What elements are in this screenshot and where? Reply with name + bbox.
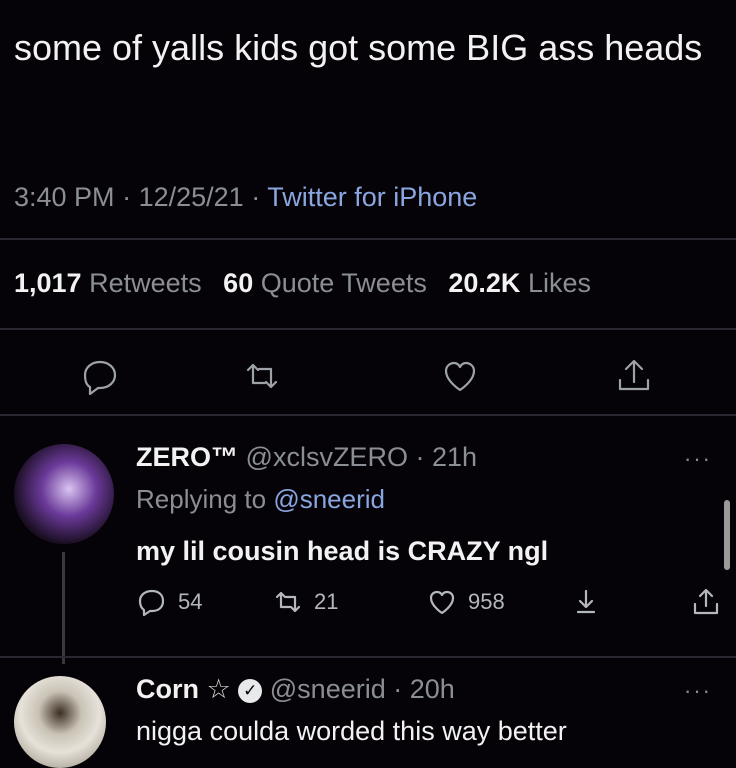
retweet-icon[interactable] (240, 354, 284, 398)
replying-to-mention[interactable]: @sneerid (273, 484, 385, 514)
reply-action[interactable]: 54 (136, 586, 202, 618)
reply-icon[interactable] (78, 354, 122, 398)
share-icon (693, 588, 719, 615)
share-icon[interactable] (612, 354, 656, 398)
reply-time: 21h (431, 442, 478, 472)
retweet-icon (275, 591, 301, 613)
like-icon (429, 590, 455, 615)
meta-separator: · (251, 182, 261, 212)
divider (0, 414, 736, 416)
verified-badge-icon: ✓ (238, 678, 263, 703)
tweet-source-link[interactable]: Twitter for iPhone (267, 182, 477, 212)
tweet-meta: 3:40 PM · 12/25/21 · Twitter for iPhone (14, 182, 477, 213)
likes-stat[interactable]: 20.2K Likes (448, 268, 591, 298)
reply-text: my lil cousin head is CRAZY ngl (136, 536, 549, 566)
reply-author-name[interactable]: ZERO™ (136, 442, 238, 472)
tweet-stats: 1,017 Retweets 60 Quote Tweets 20.2K Lik… (14, 268, 591, 299)
reply-time: 20h (409, 674, 455, 704)
replying-to: Replying to @sneerid (136, 484, 385, 514)
avatar[interactable] (14, 676, 106, 768)
reply-text: nigga coulda worded this way better (136, 716, 567, 746)
tweet-date: 12/25/21 (138, 182, 244, 212)
meta-separator: · (415, 442, 425, 472)
reply-header: ZERO™ @xclsvZERO · 21h (136, 442, 477, 473)
meta-separator: · (122, 182, 132, 212)
meta-separator: · (393, 674, 403, 704)
reply-author-name[interactable]: Corn (136, 674, 199, 704)
download-action[interactable] (570, 586, 602, 618)
share-action[interactable] (690, 586, 722, 618)
quote-tweets-stat[interactable]: 60 Quote Tweets (223, 268, 427, 298)
reply-author-handle[interactable]: @xclsvZERO (246, 442, 408, 472)
more-options-icon[interactable]: ··· (684, 678, 712, 704)
reply-header: Corn ☆ ✓ @sneerid · 20h (136, 674, 455, 705)
tweet-time: 3:40 PM (14, 182, 115, 212)
star-icon: ☆ (206, 674, 231, 704)
more-options-icon[interactable]: ··· (684, 446, 712, 472)
like-action[interactable]: 958 (426, 586, 505, 618)
retweets-stat[interactable]: 1,017 Retweets (14, 268, 202, 298)
divider (0, 238, 736, 240)
like-icon[interactable] (438, 354, 482, 398)
scrollbar[interactable] (724, 500, 730, 570)
tweet-text: some of yalls kids got some BIG ass head… (14, 27, 703, 68)
reply-icon (138, 589, 165, 617)
avatar[interactable] (14, 444, 114, 544)
download-icon (576, 589, 596, 614)
reply-author-handle[interactable]: @sneerid (270, 674, 386, 704)
divider (0, 656, 736, 658)
retweet-action[interactable]: 21 (272, 586, 338, 618)
divider (0, 328, 736, 330)
thread-line (62, 552, 65, 664)
